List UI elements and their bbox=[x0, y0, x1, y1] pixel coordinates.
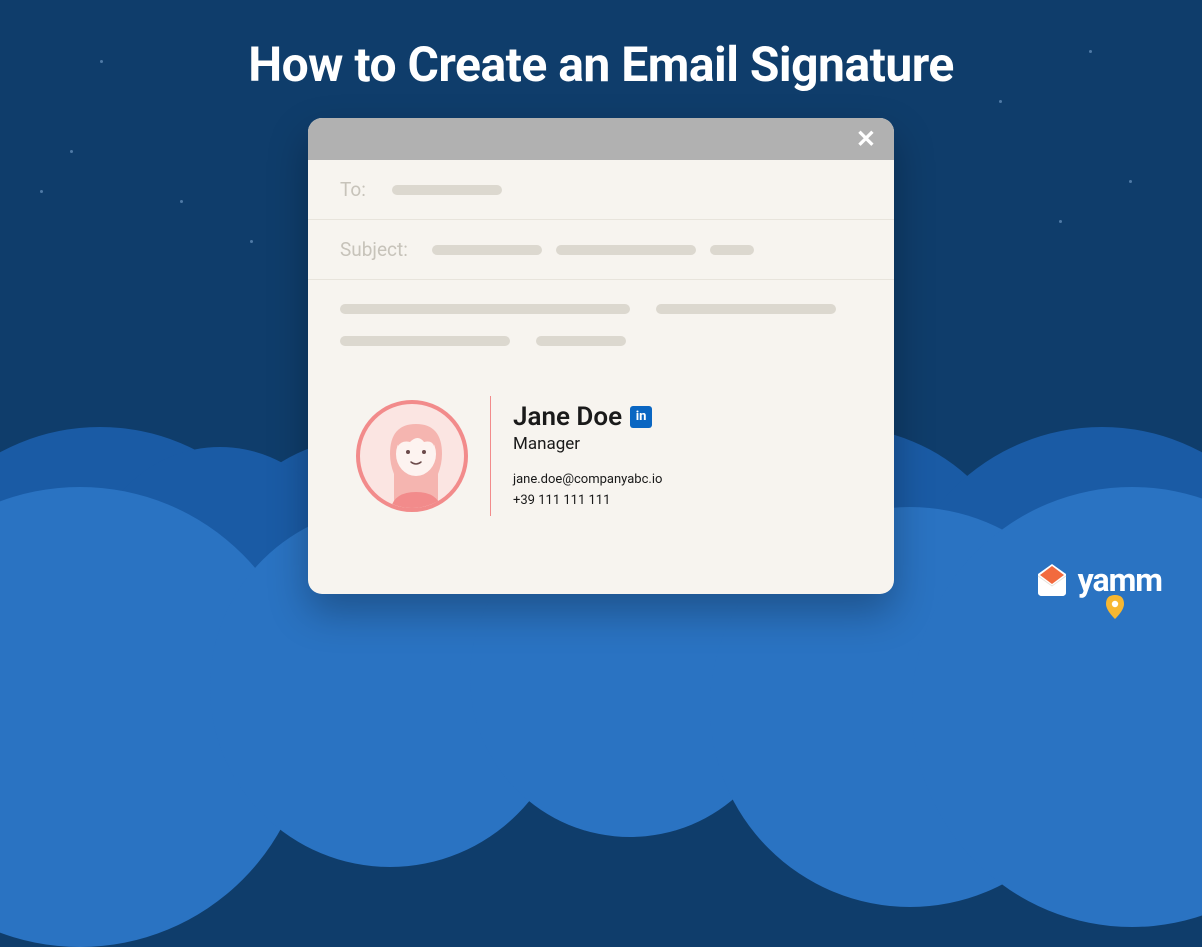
pin-icon bbox=[1106, 595, 1124, 623]
email-signature: Jane Doe in Manager jane.doe@companyabc.… bbox=[308, 378, 894, 536]
to-placeholder bbox=[392, 185, 502, 195]
subject-placeholder-2 bbox=[556, 245, 696, 255]
email-body bbox=[308, 280, 894, 378]
body-line-1a bbox=[340, 304, 630, 314]
signature-email: jane.doe@companyabc.io bbox=[513, 470, 662, 490]
subject-label: Subject: bbox=[340, 238, 418, 261]
subject-field-row: Subject: bbox=[308, 220, 894, 280]
body-line-2a bbox=[340, 336, 510, 346]
to-label: To: bbox=[340, 178, 378, 201]
envelope-icon bbox=[1034, 562, 1070, 598]
subject-placeholder-1 bbox=[432, 245, 542, 255]
brand-name: yamm bbox=[1078, 561, 1162, 599]
window-titlebar: ✕ bbox=[308, 118, 894, 160]
linkedin-icon[interactable]: in bbox=[630, 406, 652, 428]
avatar bbox=[356, 400, 468, 512]
close-icon[interactable]: ✕ bbox=[856, 125, 876, 153]
page-title: How to Create an Email Signature bbox=[0, 36, 1202, 93]
signature-name: Jane Doe bbox=[513, 402, 622, 432]
body-line-1b bbox=[656, 304, 836, 314]
signature-role: Manager bbox=[513, 434, 662, 454]
subject-placeholder-3 bbox=[710, 245, 754, 255]
to-field-row: To: bbox=[308, 160, 894, 220]
email-compose-window: ✕ To: Subject: bbox=[308, 118, 894, 594]
brand-logo: yamm bbox=[1034, 561, 1162, 599]
body-line-2b bbox=[536, 336, 626, 346]
signature-divider bbox=[490, 396, 491, 516]
signature-phone: +39 111 111 111 bbox=[513, 491, 662, 511]
